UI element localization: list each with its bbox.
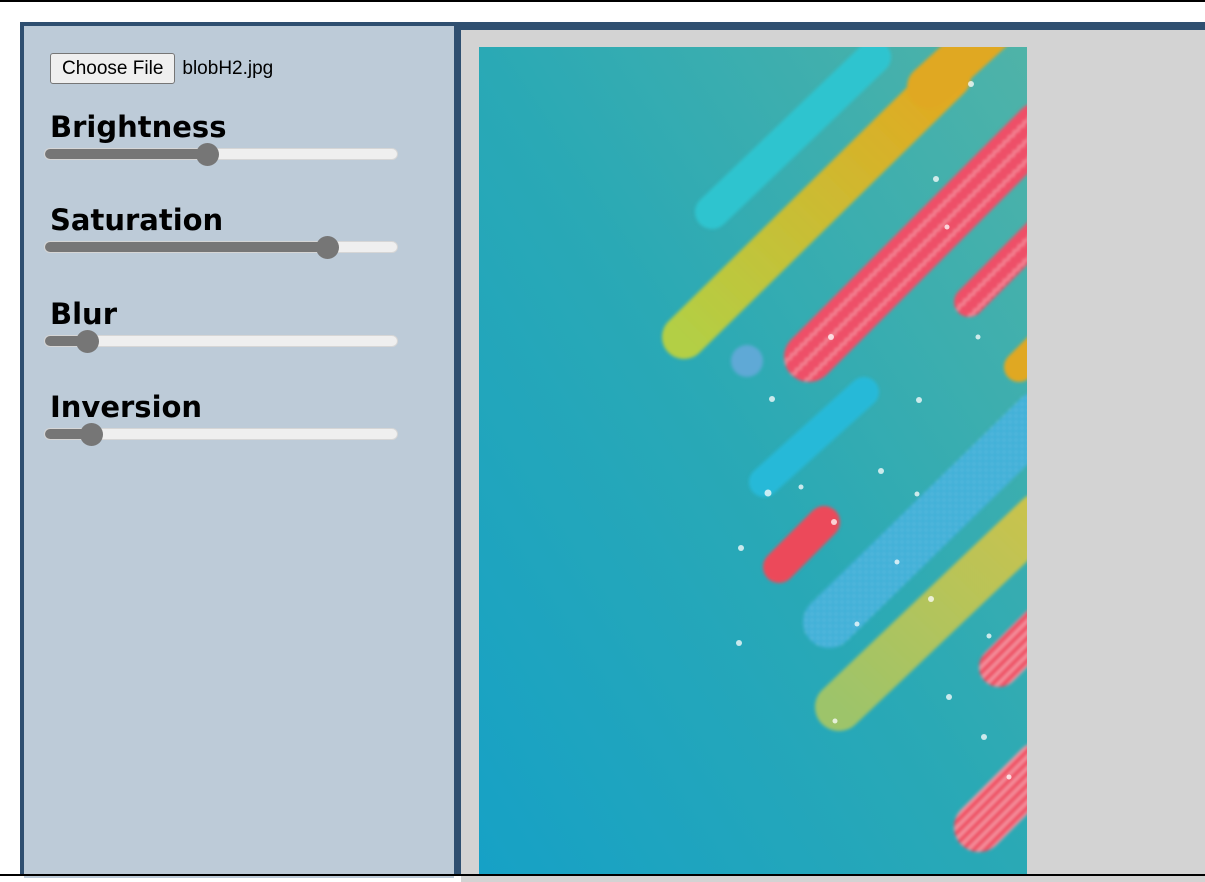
bottom-divider	[0, 874, 1205, 876]
image-viewer	[461, 30, 1205, 882]
choose-file-button[interactable]: Choose File	[50, 53, 176, 84]
inversion-control: Inversion	[44, 390, 404, 446]
selected-file-name: blobH2.jpg	[182, 57, 274, 79]
blur-slider[interactable]	[44, 330, 398, 353]
app-frame: Choose File blobH2.jpg Brightness Satura…	[20, 22, 1205, 882]
brightness-slider[interactable]	[44, 143, 398, 166]
brightness-slider-fill	[45, 149, 207, 159]
top-divider	[0, 0, 1205, 2]
saturation-slider[interactable]	[44, 236, 398, 259]
inversion-slider-thumb[interactable]	[79, 423, 103, 446]
inversion-label: Inversion	[50, 390, 203, 424]
abstract-diagonal-stripes-image	[479, 47, 1027, 875]
file-picker[interactable]: Choose File blobH2.jpg	[50, 53, 273, 84]
inversion-slider[interactable]	[44, 423, 398, 446]
brightness-label: Brightness	[50, 110, 227, 144]
blur-control: Blur	[44, 297, 404, 353]
saturation-control: Saturation	[44, 203, 404, 259]
brightness-slider-thumb[interactable]	[195, 143, 219, 166]
controls-panel: Choose File blobH2.jpg Brightness Satura…	[24, 26, 454, 878]
preview-image	[479, 47, 1027, 875]
brightness-control: Brightness	[44, 110, 404, 166]
saturation-slider-fill	[45, 242, 327, 252]
saturation-slider-thumb[interactable]	[315, 236, 339, 259]
saturation-label: Saturation	[50, 203, 224, 237]
blur-slider-thumb[interactable]	[76, 330, 100, 353]
blur-label: Blur	[50, 297, 117, 331]
